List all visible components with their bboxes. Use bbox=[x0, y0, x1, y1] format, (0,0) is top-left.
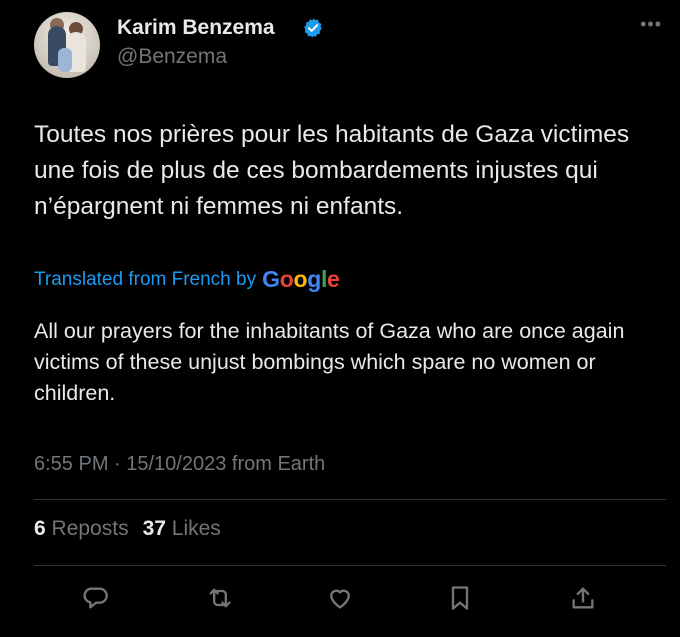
likes-stat[interactable]: 37 Likes bbox=[143, 517, 221, 540]
translated-label: Translated from French by bbox=[34, 268, 257, 290]
action-bar bbox=[0, 578, 680, 622]
divider bbox=[34, 499, 666, 500]
like-button[interactable] bbox=[320, 578, 360, 618]
author-handle[interactable]: @Benzema bbox=[117, 45, 227, 69]
like-icon bbox=[330, 589, 350, 609]
likes-label: Likes bbox=[171, 517, 221, 540]
bookmark-icon bbox=[451, 586, 469, 610]
reposts-count: 6 bbox=[34, 517, 46, 540]
likes-count: 37 bbox=[142, 517, 166, 540]
author-name[interactable]: Karim Benzema bbox=[117, 16, 275, 40]
repost-icon bbox=[209, 588, 231, 608]
share-icon bbox=[572, 587, 594, 609]
verified-badge-icon bbox=[304, 18, 322, 38]
avatar[interactable] bbox=[34, 12, 100, 78]
tweet-timestamp[interactable]: 6:55 PM · 15/10/2023 from Earth bbox=[34, 453, 325, 476]
divider bbox=[34, 565, 666, 566]
translation-attribution[interactable]: Translated from French by Google bbox=[34, 266, 340, 293]
reposts-label: Reposts bbox=[51, 517, 129, 540]
share-button[interactable] bbox=[563, 578, 603, 618]
engagement-stats: 6 Reposts 37 Likes bbox=[34, 517, 221, 541]
reply-button[interactable] bbox=[75, 578, 115, 618]
tweet-translation-text: All our prayers for the inhabitants of G… bbox=[34, 319, 625, 405]
tweet-header: Karim Benzema @Benzema ••• bbox=[34, 12, 666, 78]
bookmark-button[interactable] bbox=[440, 578, 480, 618]
reply-icon bbox=[83, 587, 108, 609]
tweet-original-text: Toutes nos prières pour les habitants de… bbox=[34, 121, 630, 220]
google-logo: Google bbox=[262, 266, 340, 292]
reposts-stat[interactable]: 6 Reposts bbox=[34, 517, 129, 540]
more-horizontal-icon[interactable]: ••• bbox=[640, 14, 662, 35]
repost-button[interactable] bbox=[200, 578, 240, 618]
